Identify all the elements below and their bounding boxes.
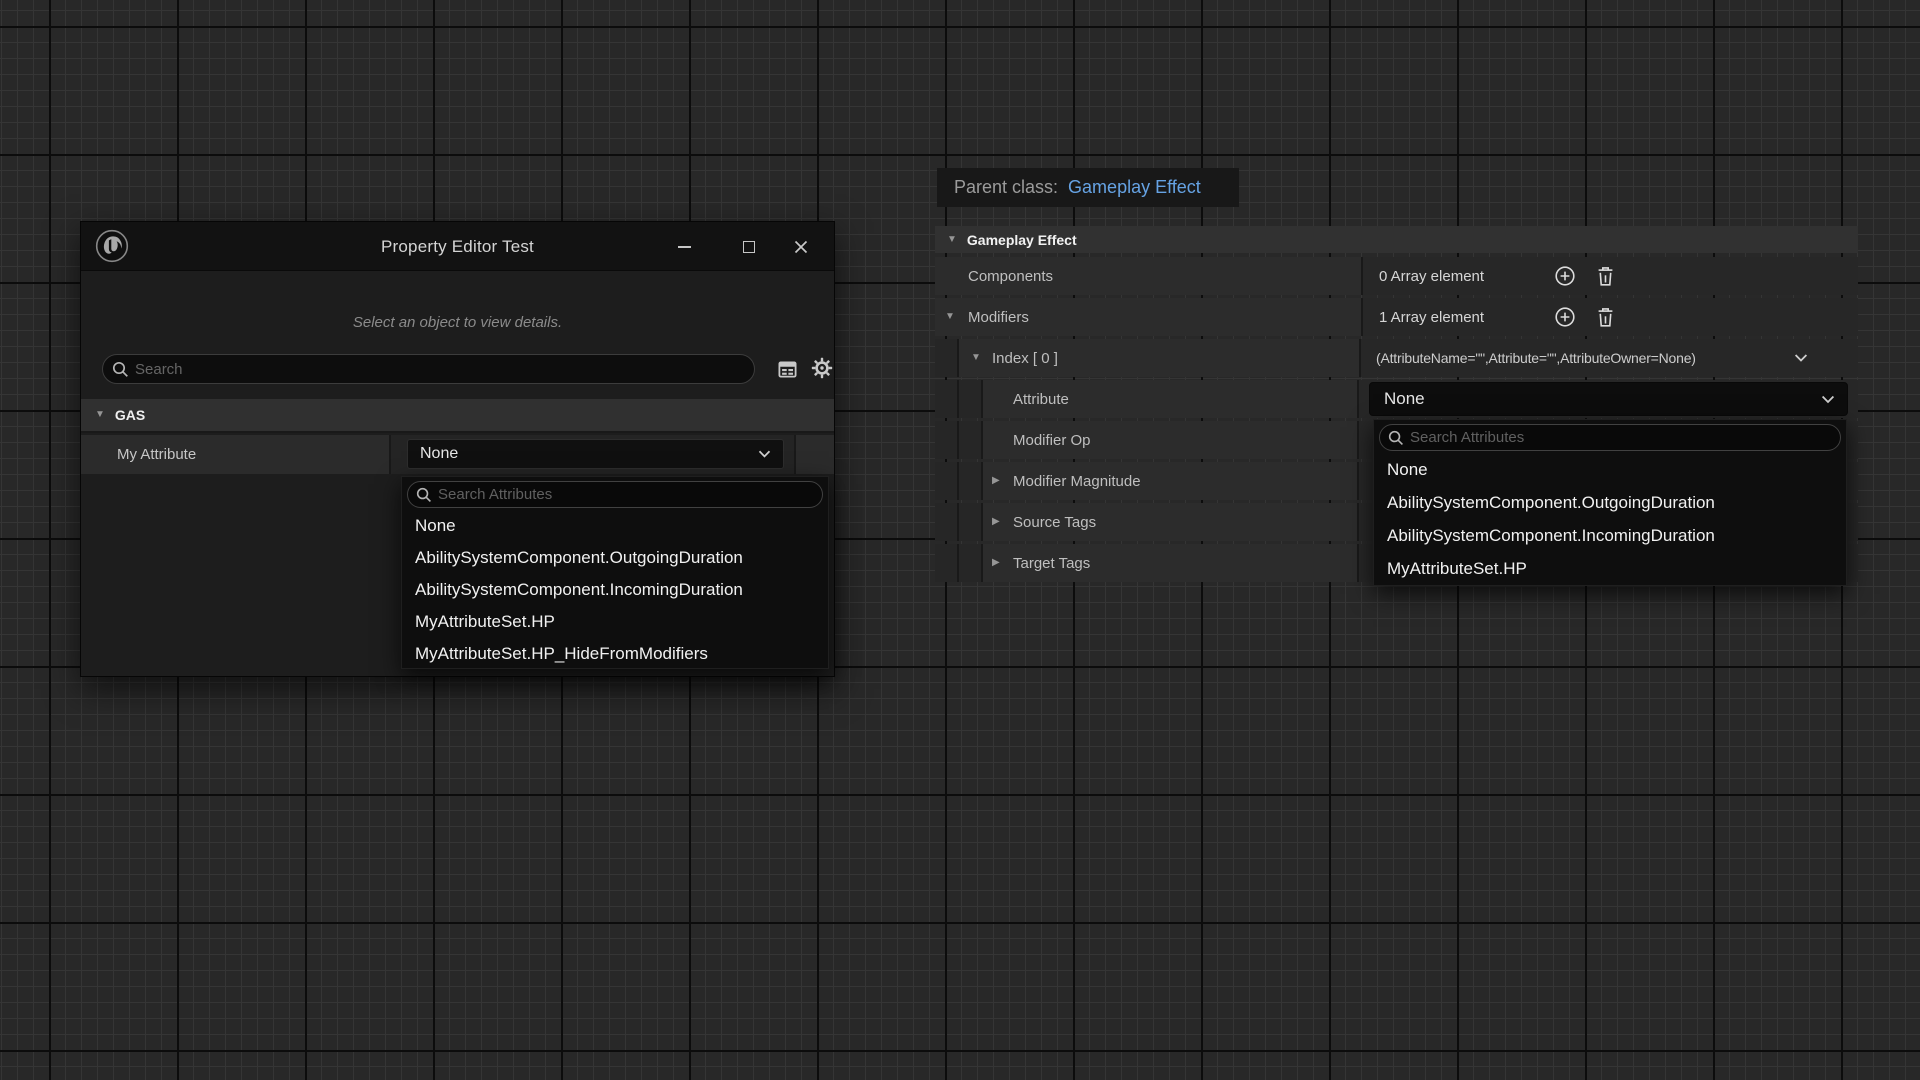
parent-class-link[interactable]: Gameplay Effect [1068, 177, 1201, 198]
row-label: Attribute [983, 380, 1359, 418]
attribute-search-input[interactable] [1404, 429, 1840, 446]
clear-array-button[interactable] [1595, 306, 1616, 329]
row-label: ▼ Modifiers [935, 298, 1363, 336]
parent-class-label: Parent class: [954, 177, 1058, 198]
search-icon [1388, 430, 1404, 446]
dropdown-item[interactable]: AbilitySystemComponent.IncomingDuration [1374, 519, 1846, 552]
window-titlebar[interactable]: Property Editor Test [81, 222, 834, 271]
attribute-picker-dropdown-right: None AbilitySystemComponent.OutgoingDura… [1373, 419, 1847, 586]
expand-arrow-icon[interactable]: ▼ [95, 410, 105, 420]
minimize-icon [678, 246, 691, 248]
row-value-cell: None [1359, 380, 1858, 418]
row-label: Components [935, 257, 1363, 295]
close-icon [794, 240, 808, 254]
row-value-cell: 1 Array element [1363, 298, 1858, 336]
collapse-arrow-icon[interactable]: ▶ [992, 517, 1000, 527]
my-attribute-combobox[interactable]: None [407, 439, 784, 469]
plus-circle-icon [1553, 264, 1577, 288]
chevron-down-icon [1821, 395, 1835, 404]
search-icon [416, 487, 432, 503]
indent-guide [935, 421, 959, 459]
indent-guide [959, 503, 983, 541]
indent-guide [935, 544, 959, 582]
attribute-search-input[interactable] [432, 486, 822, 503]
dropdown-item[interactable]: MyAttributeSet.HP [1374, 552, 1846, 585]
close-button[interactable] [779, 222, 823, 271]
row-label: ▶ Target Tags [983, 544, 1359, 582]
array-count: 1 Array element [1363, 309, 1484, 326]
dropdown-item[interactable]: AbilitySystemComponent.IncomingDuration [402, 574, 828, 606]
combobox-value: None [1370, 389, 1821, 409]
settings-button[interactable] [810, 356, 834, 380]
collapse-arrow-icon[interactable]: ▶ [992, 476, 1000, 486]
details-search-bar[interactable] [102, 354, 755, 384]
indent-guide [959, 462, 983, 500]
category-label: GAS [115, 407, 145, 423]
row-label: Modifier Op [983, 421, 1359, 459]
row-label: ▼ Index [ 0 ] [959, 339, 1361, 377]
attribute-combobox[interactable]: None [1369, 382, 1848, 416]
row-attribute: Attribute None [935, 380, 1858, 418]
maximize-button[interactable] [727, 222, 771, 271]
dropdown-item[interactable]: AbilitySystemComponent.OutgoingDuration [1374, 486, 1846, 519]
combobox-value: None [408, 445, 758, 463]
clear-array-button[interactable] [1595, 265, 1616, 288]
row-right-strip [796, 435, 834, 474]
parent-class-bar: Parent class: Gameplay Effect [937, 168, 1239, 207]
add-element-button[interactable] [1553, 305, 1577, 329]
property-label: My Attribute [81, 435, 391, 474]
row-components: Components 0 Array element [935, 257, 1858, 295]
row-value-cell: 0 Array element [1363, 257, 1858, 295]
empty-selection-hint: Select an object to view details. [81, 314, 834, 331]
gear-icon [811, 357, 833, 379]
property-value-cell: None [391, 435, 796, 474]
attribute-search-bar[interactable] [407, 481, 823, 508]
indent-guide [959, 544, 983, 582]
dropdown-item[interactable]: MyAttributeSet.HP_HideFromModifiers [402, 638, 828, 670]
dropdown-item[interactable]: None [402, 510, 828, 542]
struct-preview: (AttributeName="",Attribute="",Attribute… [1361, 350, 1696, 366]
row-label: ▶ Source Tags [983, 503, 1359, 541]
row-index-0: ▼ Index [ 0 ] (AttributeName="",Attribut… [935, 339, 1858, 377]
view-options-button[interactable] [775, 357, 799, 381]
indent-guide [935, 339, 959, 377]
search-icon [112, 361, 129, 378]
search-input[interactable] [129, 361, 754, 378]
expand-arrow-icon[interactable]: ▼ [947, 235, 957, 245]
attribute-search-bar[interactable] [1379, 424, 1841, 451]
trash-icon [1595, 265, 1616, 288]
blueprint-grid-canvas: Property Editor Test Select an object to… [0, 0, 1920, 1080]
row-value-cell[interactable]: (AttributeName="",Attribute="",Attribute… [1361, 339, 1858, 377]
indent-guide [959, 421, 983, 459]
chevron-down-icon [758, 450, 771, 458]
row-modifiers: ▼ Modifiers 1 Array element [935, 298, 1858, 336]
category-header-gameplay-effect[interactable]: ▼ Gameplay Effect [935, 226, 1858, 253]
expand-arrow-icon[interactable]: ▼ [945, 312, 955, 322]
array-count: 0 Array element [1363, 268, 1484, 285]
indent-guide [959, 380, 983, 418]
expand-arrow-icon[interactable]: ▼ [971, 353, 981, 363]
row-label: ▶ Modifier Magnitude [983, 462, 1359, 500]
dropdown-item[interactable]: AbilitySystemComponent.OutgoingDuration [402, 542, 828, 574]
maximize-icon [743, 241, 755, 253]
chevron-down-icon[interactable] [1794, 354, 1808, 363]
dropdown-item[interactable]: None [1374, 453, 1846, 486]
indent-guide [935, 503, 959, 541]
minimize-button[interactable] [662, 222, 706, 271]
plus-circle-icon [1553, 305, 1577, 329]
indent-guide [935, 380, 959, 418]
add-element-button[interactable] [1553, 264, 1577, 288]
property-row-my-attribute: My Attribute None [81, 435, 834, 474]
category-header-gas[interactable]: ▼ GAS [81, 399, 834, 433]
table-grid-icon [778, 360, 797, 379]
dropdown-item[interactable]: MyAttributeSet.HP [402, 606, 828, 638]
window-title: Property Editor Test [81, 222, 834, 271]
attribute-picker-dropdown-left: None AbilitySystemComponent.OutgoingDura… [401, 476, 829, 669]
collapse-arrow-icon[interactable]: ▶ [992, 558, 1000, 568]
category-label: Gameplay Effect [967, 232, 1077, 248]
trash-icon [1595, 306, 1616, 329]
indent-guide [935, 462, 959, 500]
